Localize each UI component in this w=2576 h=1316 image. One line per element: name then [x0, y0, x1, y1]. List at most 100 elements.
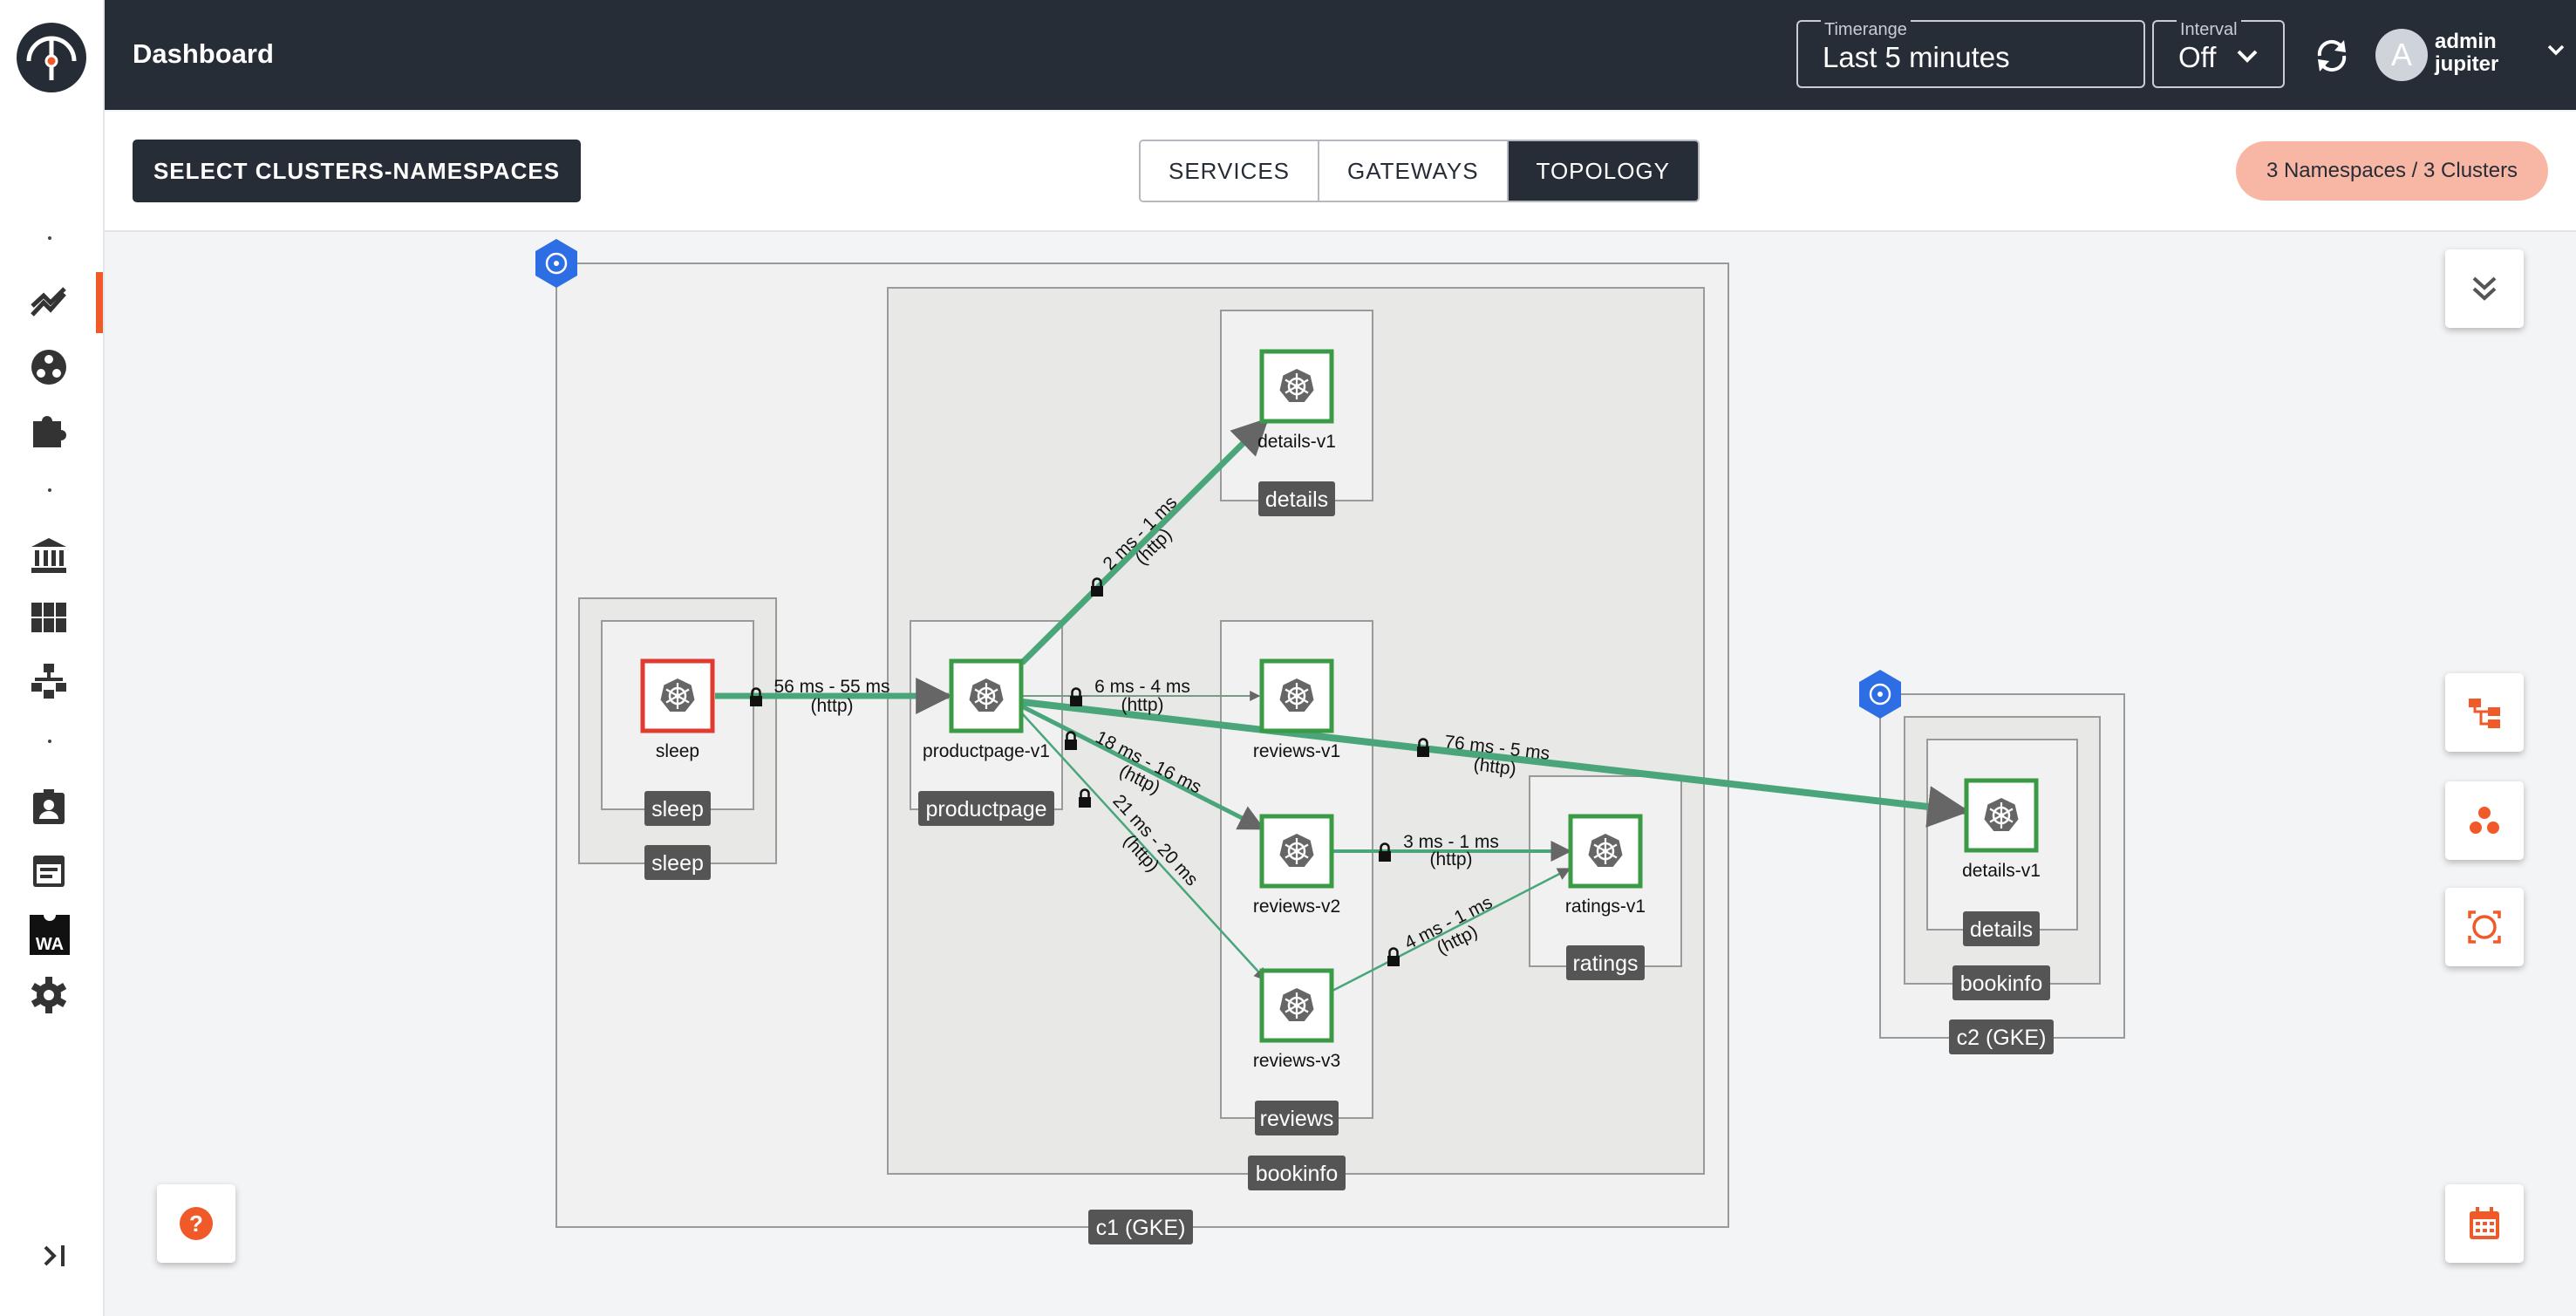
sidebar-item-workspaces[interactable]	[0, 586, 103, 647]
workload-node-details-v1[interactable]: details-v1	[1257, 349, 1336, 452]
workload-node-details-v1-c2[interactable]: details-v1	[1962, 778, 2041, 881]
gear-icon	[31, 977, 67, 1013]
sidebar-item-mesh[interactable]	[0, 335, 103, 396]
gloo-logo[interactable]	[17, 23, 86, 92]
collapse-toolbar-button[interactable]	[2445, 249, 2524, 328]
service-tag-label: details	[1265, 488, 1328, 512]
cluster-c2-icon[interactable]	[1859, 670, 1901, 719]
avatar[interactable]: A	[2375, 29, 2428, 81]
workload-label: details-v1	[1257, 432, 1336, 452]
sidebar-item-apis[interactable]	[0, 523, 103, 584]
namespace-sleep-box	[578, 597, 777, 864]
edge-label-latency: 56 ms - 55 ms	[773, 677, 889, 697]
workload-node-reviews-v2[interactable]: reviews-v2	[1253, 814, 1340, 917]
cluster-c1-icon[interactable]	[535, 239, 577, 288]
edge-label-latency: 4 ms - 1 ms	[1401, 892, 1496, 953]
edge-label-latency: 3 ms - 1 ms	[1403, 832, 1499, 852]
workload-label: sleep	[656, 741, 699, 761]
sidebar-item-portal[interactable]	[0, 774, 103, 835]
puzzle-icon	[33, 416, 66, 447]
top-bar: Dashboard Timerange Last 5 minutes Inter…	[105, 0, 2576, 110]
kubernetes-icon	[1983, 796, 2020, 833]
namespace-tag-bookinfo-c2[interactable]: bookinfo	[1952, 965, 2050, 1000]
kubernetes-icon	[659, 677, 696, 713]
workload-node-productpage-v1[interactable]: productpage-v1	[923, 658, 1050, 761]
edge-label-latency: 6 ms - 4 ms	[1094, 677, 1190, 697]
workload-node-ratings-v1[interactable]: ratings-v1	[1565, 814, 1646, 917]
mtls-lock-icon	[1415, 738, 1431, 759]
cluster-tag-label: c1 (GKE)	[1096, 1216, 1186, 1240]
sidebar-item-wasm[interactable]: WA	[0, 900, 103, 961]
service-tag-sleep[interactable]: sleep	[644, 791, 711, 826]
refresh-button[interactable]	[2307, 31, 2356, 80]
expand-sidebar-button[interactable]	[38, 1238, 73, 1273]
service-tag-productpage[interactable]: productpage	[918, 791, 1054, 826]
cluster-view-icon	[2470, 807, 2499, 834]
service-tag-label: sleep	[651, 797, 704, 822]
edge-reviews-v3-ratings[interactable]	[1332, 867, 1571, 992]
service-productpage-box	[910, 620, 1063, 810]
namespace-count-badge[interactable]: 3 Namespaces / 3 Clusters	[2236, 141, 2548, 201]
edge-label-latency: 76 ms - 5 ms	[1443, 732, 1550, 764]
edge-label-latency: 21 ms - 20 ms	[1108, 791, 1202, 890]
tab-gateways[interactable]: GATEWAYS	[1319, 141, 1509, 201]
sidebar-item-hierarchy[interactable]	[0, 649, 103, 710]
help-button[interactable]: ?	[157, 1184, 235, 1263]
namespace-tag-bookinfo[interactable]: bookinfo	[1248, 1156, 1346, 1190]
select-clusters-namespaces-button[interactable]: SELECT CLUSTERS-NAMESPACES	[133, 140, 581, 202]
sidebar-item-overview[interactable]	[0, 272, 103, 333]
sidebar-item-settings[interactable]	[0, 963, 103, 1024]
edge-productpage-details[interactable]	[1019, 418, 1269, 665]
cluster-tag-c1[interactable]: c1 (GKE)	[1088, 1210, 1193, 1244]
user-menu[interactable]: admin jupiter	[2435, 31, 2498, 76]
chevron-down-icon[interactable]	[2546, 44, 2566, 58]
edge-label-latency: 2 ms - 1 ms	[1099, 492, 1181, 574]
workload-label: ratings-v1	[1565, 897, 1646, 917]
chevron-down-icon	[2237, 50, 2258, 63]
workload-label: productpage-v1	[923, 741, 1050, 761]
calendar-icon	[33, 856, 65, 887]
namespace-tag-label: bookinfo	[1256, 1162, 1339, 1186]
service-tag-reviews[interactable]: reviews	[1255, 1101, 1339, 1135]
mtls-lock-icon	[1063, 731, 1079, 752]
toolbar: SELECT CLUSTERS-NAMESPACES SERVICES GATE…	[105, 112, 2576, 232]
kubernetes-icon	[1278, 677, 1315, 713]
separator-dot	[48, 488, 51, 492]
tab-services[interactable]: SERVICES	[1141, 141, 1320, 201]
service-tag-details[interactable]: details	[1258, 481, 1335, 516]
focus-button[interactable]	[2445, 888, 2524, 966]
interval-select[interactable]: Interval Off	[2152, 20, 2285, 88]
edge-productpage-details-c2[interactable]	[1021, 699, 1970, 828]
grid-icon	[31, 603, 66, 632]
namespace-tag-sleep[interactable]: sleep	[644, 845, 711, 880]
cluster-c1-box	[555, 263, 1729, 1228]
namespace-tag-label: sleep	[651, 851, 704, 876]
tab-topology[interactable]: TOPOLOGY	[1508, 141, 1698, 201]
chevron-right-bar-icon	[44, 1245, 65, 1266]
sidebar-item-calendar[interactable]	[0, 837, 103, 898]
edge-productpage-reviews-v3[interactable]	[1021, 713, 1268, 982]
service-tag-ratings[interactable]: ratings	[1566, 945, 1645, 980]
service-tag-details-c2[interactable]: details	[1963, 911, 2040, 946]
svg-text:?: ?	[189, 1210, 203, 1237]
calendar-button[interactable]	[2445, 1184, 2524, 1263]
edge-productpage-reviews-v2[interactable]	[1020, 704, 1265, 831]
mtls-lock-icon	[1386, 947, 1401, 968]
interval-label: Interval	[2177, 20, 2241, 40]
timerange-select[interactable]: Timerange Last 5 minutes	[1796, 20, 2145, 88]
edge-label-protocol: (http)	[1429, 849, 1472, 869]
namespace-bookinfo-c2-box	[1904, 716, 2101, 985]
layout-tree-button[interactable]	[2445, 673, 2524, 752]
workload-node-sleep[interactable]: sleep	[640, 658, 715, 761]
workload-node-reviews-v3[interactable]: reviews-v3	[1253, 968, 1340, 1071]
workload-node-reviews-v1[interactable]: reviews-v1	[1253, 658, 1340, 761]
service-tag-label: ratings	[1572, 951, 1638, 976]
cluster-view-button[interactable]	[2445, 781, 2524, 860]
sidebar-item-extensions[interactable]	[0, 398, 103, 459]
hierarchy-icon	[31, 664, 66, 699]
wasm-label: WA	[36, 935, 64, 954]
layout-tree-icon	[2469, 699, 2500, 728]
cluster-tag-c2[interactable]: c2 (GKE)	[1949, 1019, 2054, 1054]
workload-label: reviews-v3	[1253, 1051, 1340, 1071]
service-details-c2-box	[1926, 739, 2078, 931]
